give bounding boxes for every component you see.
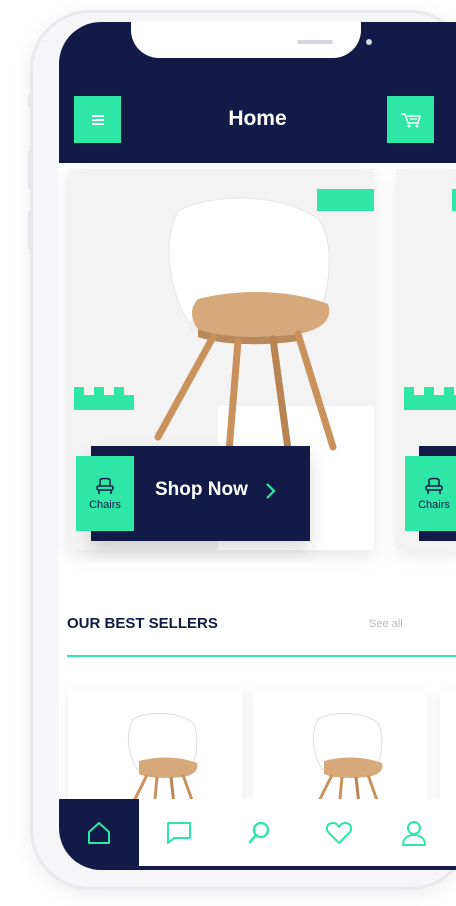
product-image <box>312 712 383 799</box>
speaker-grille <box>297 40 333 44</box>
castle-decoration <box>74 387 134 410</box>
category-chairs-tag-next[interactable]: Chairs <box>405 456 456 531</box>
product-card[interactable] <box>68 689 242 799</box>
chevron-right-icon <box>266 483 276 499</box>
user-icon <box>402 820 426 846</box>
chat-icon <box>167 821 191 844</box>
category-label: Chairs <box>418 498 450 511</box>
armchair-icon <box>96 477 114 494</box>
category-chairs-tag[interactable]: Chairs <box>76 456 134 531</box>
tab-favorites[interactable] <box>309 799 369 866</box>
volume-down-button <box>28 210 32 250</box>
best-sellers-title: OUR BEST SELLERS <box>67 615 218 632</box>
armchair-icon <box>425 477 443 494</box>
see-all-link[interactable]: See all <box>369 618 403 630</box>
product-card[interactable] <box>253 689 427 799</box>
bottom-tab-bar <box>59 799 456 870</box>
mute-switch <box>28 95 32 107</box>
app-header: Home <box>59 22 456 163</box>
tab-search[interactable] <box>229 799 289 866</box>
sale-badge <box>452 189 456 211</box>
tab-home[interactable] <box>59 799 139 866</box>
castle-decoration <box>404 387 456 410</box>
phone-notch <box>131 22 372 58</box>
front-camera <box>366 39 372 45</box>
product-card[interactable] <box>440 689 456 799</box>
cart-icon <box>400 112 421 127</box>
app-screen: Home Shop Now Chairs Chairs OUR BEST SEL… <box>59 22 456 870</box>
heart-icon <box>325 821 353 844</box>
category-label: Chairs <box>89 498 121 511</box>
shop-now-label: Shop Now <box>155 479 248 500</box>
cart-button[interactable] <box>387 96 434 143</box>
tab-bar-bottom-edge <box>59 866 456 870</box>
search-icon <box>248 821 270 843</box>
tab-messages[interactable] <box>149 799 209 866</box>
product-image <box>127 712 198 799</box>
chair-image <box>154 197 337 468</box>
tab-profile[interactable] <box>384 799 444 866</box>
section-divider <box>67 655 456 657</box>
main-content: Shop Now Chairs Chairs OUR BEST SELLERS … <box>59 163 456 799</box>
home-icon <box>88 821 110 844</box>
volume-up-button <box>28 150 32 190</box>
